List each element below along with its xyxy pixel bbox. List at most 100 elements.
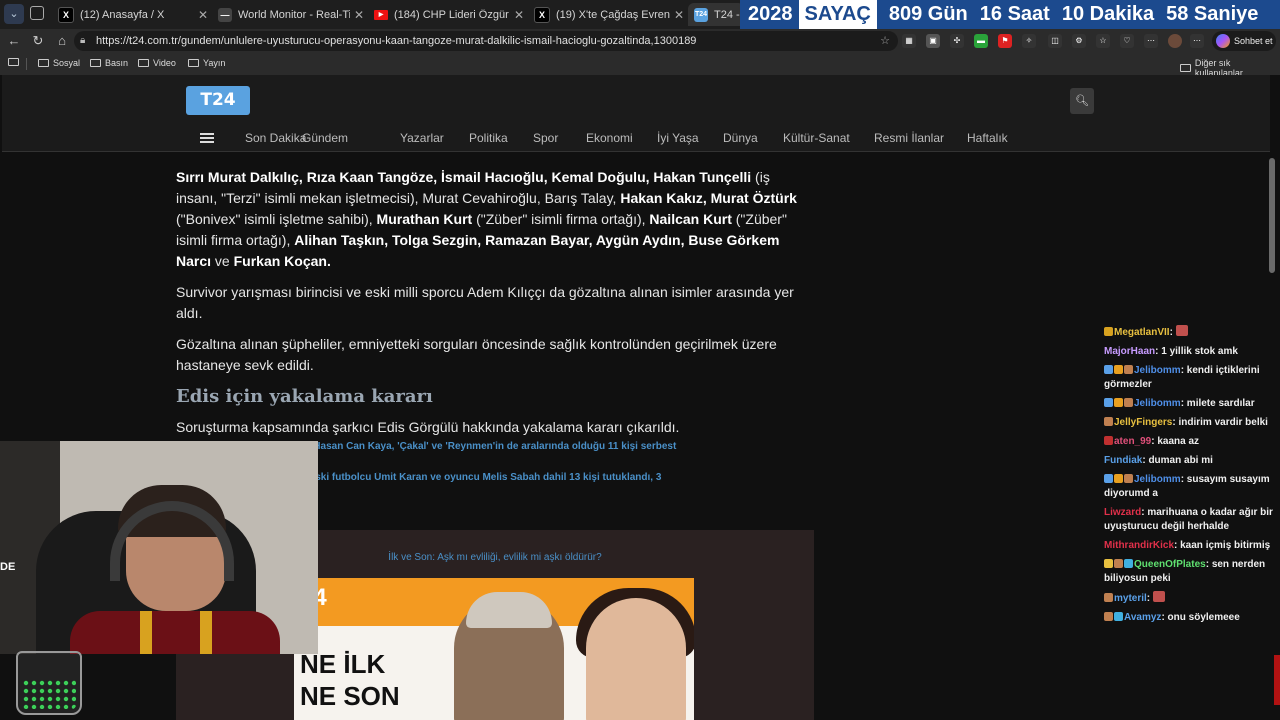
scrollbar-thumb[interactable] xyxy=(1269,158,1275,273)
more-menu-icon[interactable]: ⋯ xyxy=(1190,34,1204,48)
bead-jar-overlay xyxy=(16,651,82,715)
nav-gundem[interactable]: Gündem xyxy=(302,131,348,145)
address-bar[interactable]: 🔒︎ https://t24.com.tr/gundem/unlulere-uy… xyxy=(74,31,898,51)
nav-iyi-yasa[interactable]: İyi Yaşa xyxy=(657,131,699,145)
name-list-text: ("Bonivex" isimli işletme sahibi), xyxy=(176,211,377,227)
chat-username[interactable]: Jelibomm xyxy=(1134,398,1181,409)
chat-text: milete sardılar xyxy=(1186,398,1255,409)
bookmark-folder-sosyal[interactable]: Sosyal xyxy=(38,58,80,68)
article-body: Sırrı Murat Dalkılıç, Rıza Kaan Tangöze,… xyxy=(176,167,806,448)
chat-username[interactable]: QueenOfPlates xyxy=(1134,559,1206,570)
tab-x-post[interactable]: X (19) X'te Çağdaş Evren Şenlik: "#SC ✕ xyxy=(528,3,688,26)
chat-username[interactable]: Fundiak xyxy=(1104,455,1142,466)
chat-username[interactable]: MithrandirKick xyxy=(1104,540,1174,551)
chat-username[interactable]: MegatlanVII xyxy=(1114,327,1170,338)
browser-essentials-icon[interactable]: ♡ xyxy=(1120,34,1134,48)
close-tab-icon[interactable]: ✕ xyxy=(194,8,212,22)
t24-logo[interactable]: T24 xyxy=(186,86,250,115)
nav-son-dakika[interactable]: Son Dakika xyxy=(245,131,306,145)
counter-hours: 16 Saat xyxy=(979,3,1050,25)
reading-list-icon[interactable] xyxy=(8,58,19,66)
home-icon[interactable]: ⌂ xyxy=(54,33,70,49)
nav-haftalik[interactable]: Haftalık xyxy=(967,131,1008,145)
workspaces-icon[interactable] xyxy=(30,6,44,20)
close-tab-icon[interactable]: ✕ xyxy=(670,8,688,22)
folder-icon xyxy=(90,59,101,67)
hamburger-menu-icon[interactable] xyxy=(200,131,214,145)
bookmark-folder-video[interactable]: Video xyxy=(138,58,176,68)
close-tab-icon[interactable]: ✕ xyxy=(510,8,528,22)
promo-image[interactable]: 24 NE İLKNE SON xyxy=(294,578,694,720)
search-icon[interactable]: 🔍︎ xyxy=(1070,88,1094,114)
nav-ekonomi[interactable]: Ekonomi xyxy=(586,131,633,145)
jersey-stripe xyxy=(140,611,152,654)
chat-text: kaana az xyxy=(1157,436,1200,447)
extension-icon[interactable]: ✣ xyxy=(950,34,964,48)
alert-bar xyxy=(1274,655,1280,705)
copilot-chat-button[interactable]: Sohbet et xyxy=(1212,31,1276,51)
chat-badge-icon xyxy=(1114,559,1123,568)
lock-icon: 🔒︎ xyxy=(80,35,86,46)
favorites-icon[interactable]: ☆ xyxy=(1096,34,1110,48)
bookmark-folder-yayin[interactable]: Yayın xyxy=(188,58,225,68)
chat-badge-icon xyxy=(1104,612,1113,621)
name-list-bold: Furkan Koçan. xyxy=(233,253,331,269)
chat-badge-icon xyxy=(1104,365,1113,374)
chat-username[interactable]: aten_99 xyxy=(1114,436,1151,447)
name-list-bold: Sırrı Murat Dalkılıç, Rıza Kaan Tangöze,… xyxy=(176,169,752,185)
extension-icon[interactable]: ▦ xyxy=(902,34,916,48)
split-screen-icon[interactable]: ◫ xyxy=(1048,34,1062,48)
extension-icon[interactable]: ▬ xyxy=(974,34,988,48)
nav-spor[interactable]: Spor xyxy=(533,131,558,145)
copilot-label: Sohbet et xyxy=(1234,36,1273,46)
nav-kultur-sanat[interactable]: Kültür-Sanat xyxy=(783,131,850,145)
name-list-bold: Nailcan Kurt xyxy=(649,211,732,227)
nav-politika[interactable]: Politika xyxy=(469,131,508,145)
bookmark-label: Basın xyxy=(105,58,129,68)
chat-username[interactable]: JellyFingers xyxy=(1114,417,1172,428)
tab-youtube[interactable]: ▶ (184) CHP Lideri Özgür Özel Partis ✕ xyxy=(368,3,528,26)
close-tab-icon[interactable]: ✕ xyxy=(350,8,368,22)
bookmark-label: Video xyxy=(153,58,176,68)
extension-icon[interactable]: ⚑ xyxy=(998,34,1012,48)
tab-x-home[interactable]: X (12) Anasayfa / X ✕ xyxy=(52,3,212,26)
chat-message: MithrandirKick: kaan içmiş bitirmiş xyxy=(1104,539,1276,553)
favorite-star-icon[interactable]: ☆ xyxy=(880,31,890,51)
reload-icon[interactable]: ↻ xyxy=(30,33,46,49)
t24-icon: T24 xyxy=(694,7,708,22)
chat-username[interactable]: MajorHaan xyxy=(1104,346,1155,357)
more-options-icon[interactable]: ⋯ xyxy=(1144,34,1158,48)
promo-headline: NE İLK NE SON xyxy=(300,648,400,712)
chat-separator: : xyxy=(1146,593,1153,604)
promo-headline-line: NE SON xyxy=(300,681,400,711)
bookmark-folder-basin[interactable]: Basın xyxy=(90,58,128,68)
x-logo-icon: X xyxy=(58,6,74,23)
chat-username[interactable]: Avamyz xyxy=(1124,612,1161,623)
nav-yazarlar[interactable]: Yazarlar xyxy=(400,131,444,145)
copilot-icon xyxy=(1216,34,1230,48)
tab-t24-active[interactable]: T24 T24 - Gü xyxy=(688,3,744,26)
settings-icon[interactable]: ⚙ xyxy=(1072,34,1086,48)
profile-avatar[interactable] xyxy=(1168,34,1182,48)
tab-world-monitor[interactable]: — World Monitor - Real-Time Global ✕ xyxy=(212,3,368,26)
chat-username[interactable]: Jelibomm xyxy=(1134,365,1181,376)
chat-text: 1 yillik stok amk xyxy=(1161,346,1238,357)
streamer-webcam: DE xyxy=(0,441,318,654)
puzzle-icon[interactable]: ✧ xyxy=(1022,34,1036,48)
nav-resmi-ilanlar[interactable]: Resmi İlanlar xyxy=(874,131,944,145)
chat-username[interactable]: Jelibomm xyxy=(1134,474,1181,485)
chat-badge-icon xyxy=(1114,612,1123,621)
extension-icon[interactable]: ▣ xyxy=(926,34,940,48)
nav-dunya[interactable]: Dünya xyxy=(723,131,758,145)
chat-username[interactable]: myteril xyxy=(1114,593,1147,604)
chat-message: aten_99: kaana az xyxy=(1104,435,1276,449)
stream-chat: MegatlanVII: MajorHaan: 1 yillik stok am… xyxy=(1104,325,1276,630)
chat-badge-icon xyxy=(1104,398,1113,407)
chat-message: MajorHaan: 1 yillik stok amk xyxy=(1104,345,1276,359)
chat-message: Fundiak: duman abi mi xyxy=(1104,454,1276,468)
chat-message: Liwzard: marihuana o kadar ağır bir uyuş… xyxy=(1104,506,1276,534)
tab-title: (19) X'te Çağdaş Evren Şenlik: "#SC xyxy=(556,8,670,21)
tab-actions-chevron-icon[interactable]: ⌄ xyxy=(4,4,24,24)
chat-username[interactable]: Liwzard xyxy=(1104,507,1141,518)
back-arrow-icon[interactable]: ← xyxy=(6,33,22,49)
